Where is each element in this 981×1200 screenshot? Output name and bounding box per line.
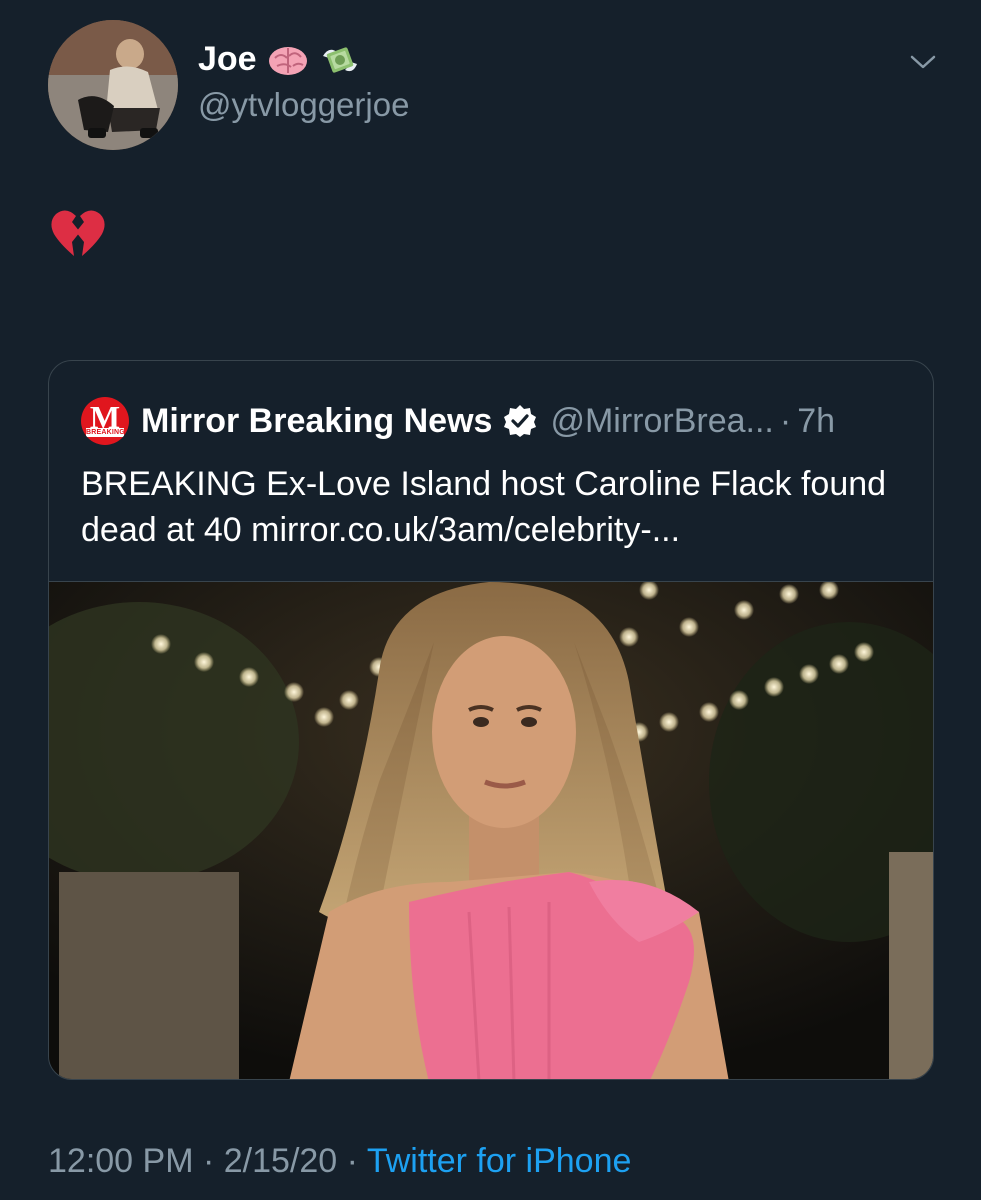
author-name-row[interactable]: Joe (198, 40, 361, 79)
quoted-tweet-card[interactable]: M BREAKING Mirror Breaking News @MirrorB… (48, 360, 934, 1080)
tweet-date: 2/15/20 (223, 1142, 338, 1180)
broken-heart-icon (51, 210, 105, 256)
footer-separator: · (346, 1142, 358, 1180)
mirror-logo-banner: BREAKING (86, 428, 125, 437)
avatar[interactable] (48, 20, 178, 150)
quoted-tweet-media[interactable] (49, 581, 933, 1079)
author-handle[interactable]: @ytvloggerjoe (198, 86, 409, 124)
tweet-time: 12:00 PM (48, 1142, 194, 1180)
money-with-wings-icon (322, 46, 357, 73)
mirror-logo-avatar[interactable]: M BREAKING (81, 397, 129, 445)
avatar-image (48, 20, 178, 150)
footer-separator: · (202, 1142, 215, 1180)
brain-icon (268, 46, 307, 75)
tweet-footer: 12:00 PM · 2/15/20 · Twitter for iPhone (48, 1142, 631, 1181)
quoted-tweet-header: M BREAKING Mirror Breaking News @MirrorB… (81, 397, 835, 445)
quoted-separator: · (779, 401, 792, 440)
chevron-down-icon[interactable] (909, 52, 937, 72)
author-name[interactable]: Joe (198, 40, 257, 79)
tweet-detail: Joe @ytvloggerjoe M BREAKING Mirror Brea… (0, 0, 981, 1200)
quoted-tweet-text: BREAKING Ex-Love Island host Caroline Fl… (81, 465, 887, 549)
quoted-photo (49, 582, 933, 1079)
tweet-source-link[interactable]: Twitter for iPhone (367, 1142, 632, 1180)
verified-badge-icon (504, 405, 537, 437)
quoted-author-name[interactable]: Mirror Breaking News (141, 402, 492, 441)
quoted-timestamp[interactable]: 7h (797, 402, 835, 441)
quoted-author-handle[interactable]: @MirrorBrea... (550, 402, 773, 441)
